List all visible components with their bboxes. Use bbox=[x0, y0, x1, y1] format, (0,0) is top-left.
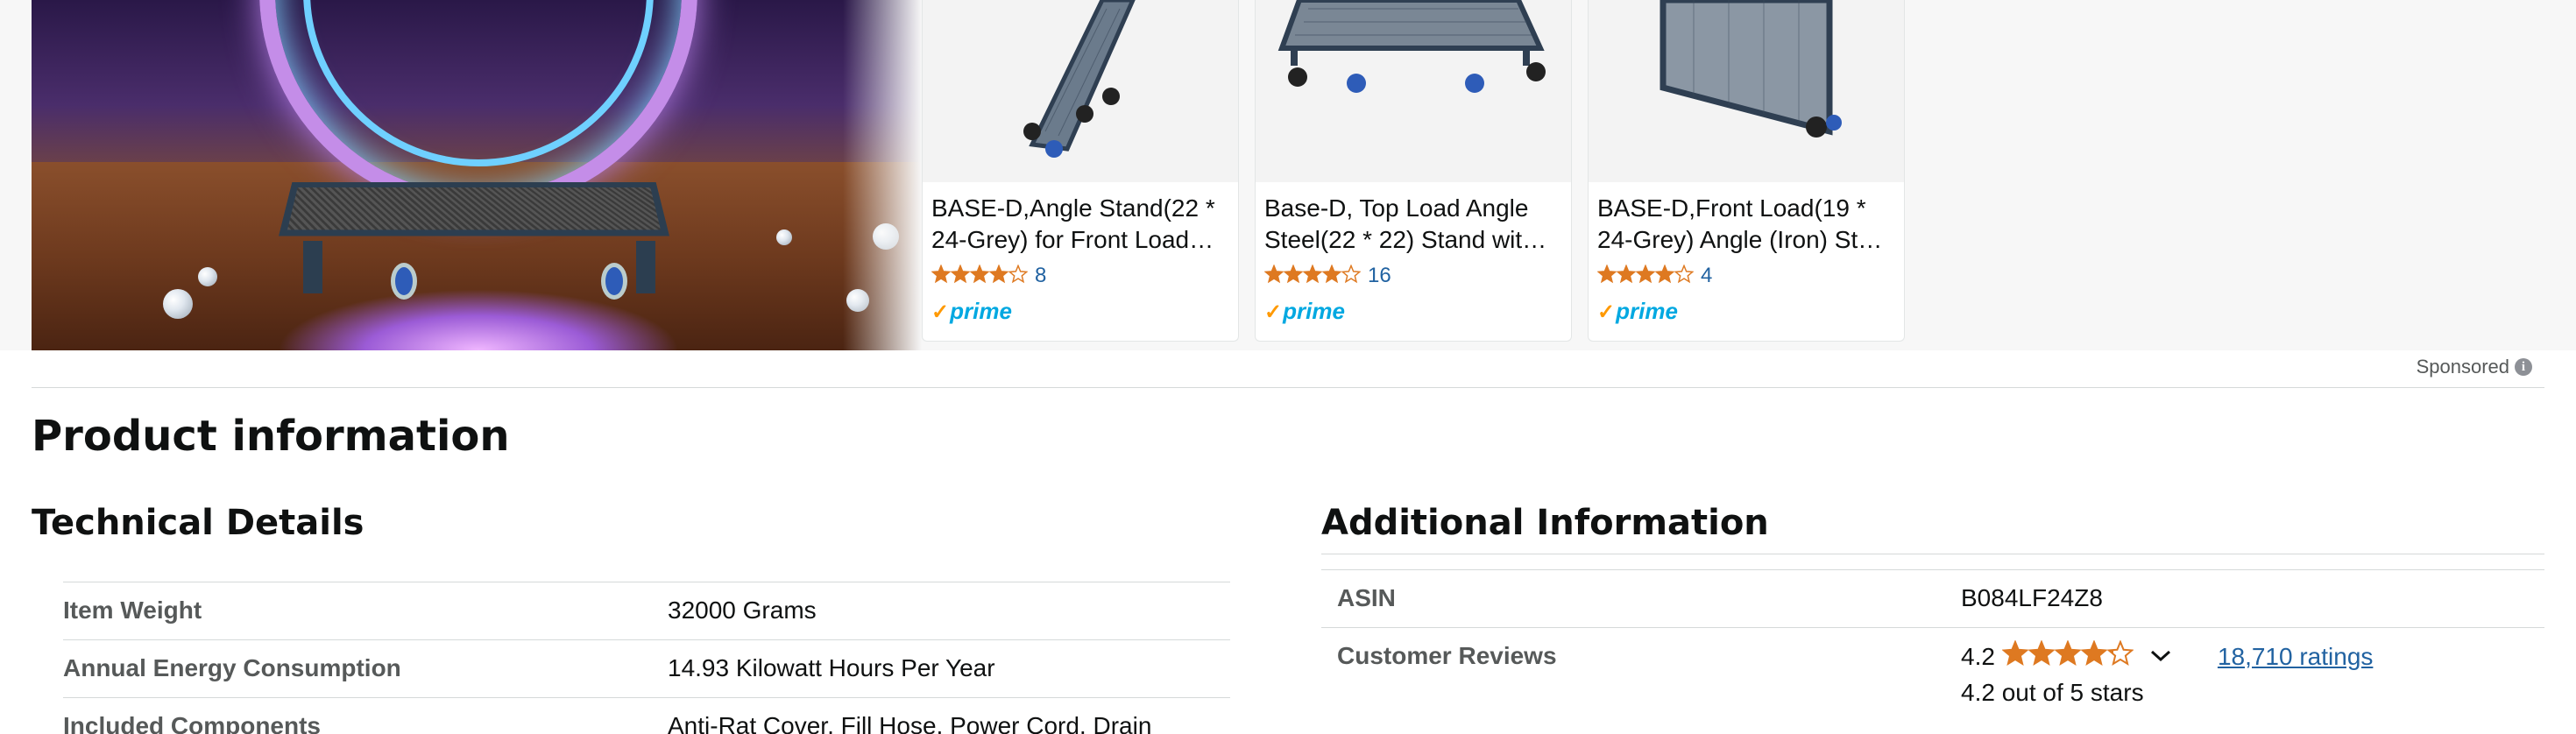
technical-details-table: Item Weight 32000 Grams Annual Energy Co… bbox=[63, 582, 1230, 734]
prime-check-icon: ✓ bbox=[1597, 300, 1616, 324]
star-icon bbox=[1263, 263, 1284, 288]
table-row-customer-reviews: Customer Reviews 4.2 18,710 ratings 4.2 … bbox=[1321, 627, 2544, 723]
star-icon bbox=[1654, 263, 1675, 288]
additional-information-table: ASIN B084LF24Z8 Customer Reviews 4.2 18,… bbox=[1321, 569, 2544, 723]
star-rating[interactable]: 4 bbox=[1596, 263, 1712, 289]
row-label: Item Weight bbox=[63, 596, 202, 624]
table-row: Item Weight 32000 Grams bbox=[63, 582, 1230, 639]
star-icon bbox=[1341, 263, 1362, 288]
stars-icon bbox=[931, 263, 1029, 288]
prime-badge: ✓prime bbox=[1264, 298, 1345, 324]
star-icon bbox=[1008, 263, 1029, 288]
row-value: 32000 Grams bbox=[668, 596, 817, 624]
product-card[interactable]: BASE-D,Angle Stand(22 * 24-Grey) for Fro… bbox=[922, 0, 1239, 342]
prime-check-icon: ✓ bbox=[1264, 300, 1283, 324]
ratings-link[interactable]: 18,710 ratings bbox=[2218, 643, 2373, 671]
rating-value: 4.2 bbox=[1961, 642, 1995, 670]
reviews-summary: 4.2 18,710 ratings bbox=[1961, 639, 2373, 673]
star-icon bbox=[2001, 639, 2029, 673]
asin-value: B084LF24Z8 bbox=[1961, 584, 2103, 611]
star-icon bbox=[2080, 639, 2108, 673]
table-row: Included Components Anti-Rat Cover, Fill… bbox=[63, 697, 1230, 734]
rating-out-of-text: 4.2 out of 5 stars bbox=[1961, 679, 2144, 706]
sponsored-carousel: BASE-D,Angle Stand(22 * 24-Grey) for Fro… bbox=[0, 0, 2576, 350]
star-icon bbox=[1302, 263, 1323, 288]
row-label: Included Components bbox=[63, 712, 321, 734]
product-card[interactable]: Base-D, Top Load Angle Steel(22 * 22) St… bbox=[1255, 0, 1572, 342]
star-icon bbox=[1321, 263, 1342, 288]
star-rating[interactable]: 8 bbox=[931, 263, 1046, 289]
star-icon bbox=[988, 263, 1009, 288]
stars-icon bbox=[1596, 263, 1695, 288]
prime-badge: ✓prime bbox=[1597, 298, 1678, 324]
row-value: Anti-Rat Cover, Fill Hose, Power Cord, D… bbox=[668, 712, 1152, 734]
technical-details-title: Technical Details bbox=[32, 503, 364, 543]
star-icon bbox=[2054, 639, 2082, 673]
stars-icon bbox=[1263, 263, 1362, 288]
star-icon bbox=[1283, 263, 1304, 288]
star-icon bbox=[950, 263, 971, 288]
rating-count[interactable]: 16 bbox=[1368, 264, 1391, 288]
chevron-down-icon[interactable] bbox=[2149, 643, 2172, 671]
row-label: ASIN bbox=[1337, 584, 1396, 611]
star-icon bbox=[1635, 263, 1656, 288]
row-value: 14.93 Kilowatt Hours Per Year bbox=[668, 654, 995, 681]
star-icon bbox=[1674, 263, 1695, 288]
section-divider bbox=[32, 387, 2544, 388]
star-icon bbox=[2028, 639, 2056, 673]
additional-information-title: Additional Information bbox=[1321, 503, 1769, 543]
prime-badge: ✓prime bbox=[931, 298, 1012, 324]
rating-count[interactable]: 8 bbox=[1035, 264, 1046, 288]
star-icon bbox=[1596, 263, 1617, 288]
section-title: Product information bbox=[32, 412, 510, 461]
row-label: Annual Energy Consumption bbox=[63, 654, 401, 681]
star-rating[interactable]: 16 bbox=[1263, 263, 1391, 289]
star-icon bbox=[1616, 263, 1637, 288]
product-image[interactable] bbox=[1589, 0, 1904, 182]
star-icon bbox=[969, 263, 990, 288]
rating-count[interactable]: 4 bbox=[1701, 264, 1712, 288]
product-image[interactable] bbox=[923, 0, 1238, 182]
table-row-asin: ASIN B084LF24Z8 bbox=[1321, 569, 2544, 627]
product-image[interactable] bbox=[1256, 0, 1571, 182]
sponsored-hero-image[interactable] bbox=[32, 0, 922, 350]
product-title[interactable]: BASE-D,Angle Stand(22 * 24-Grey) for Fro… bbox=[931, 193, 1229, 256]
row-label: Customer Reviews bbox=[1337, 642, 1557, 669]
star-icon bbox=[2106, 639, 2134, 673]
info-icon[interactable]: i bbox=[2515, 358, 2532, 376]
product-title[interactable]: BASE-D,Front Load(19 * 24-Grey) Angle (I… bbox=[1597, 193, 1895, 256]
table-row: Annual Energy Consumption 14.93 Kilowatt… bbox=[63, 639, 1230, 697]
product-card[interactable]: BASE-D,Front Load(19 * 24-Grey) Angle (I… bbox=[1588, 0, 1905, 342]
sponsored-label[interactable]: Sponsored i bbox=[2417, 356, 2532, 378]
product-title[interactable]: Base-D, Top Load Angle Steel(22 * 22) St… bbox=[1264, 193, 1562, 256]
prime-check-icon: ✓ bbox=[931, 300, 950, 324]
star-icon bbox=[931, 263, 952, 288]
stars-icon[interactable] bbox=[2001, 639, 2134, 673]
